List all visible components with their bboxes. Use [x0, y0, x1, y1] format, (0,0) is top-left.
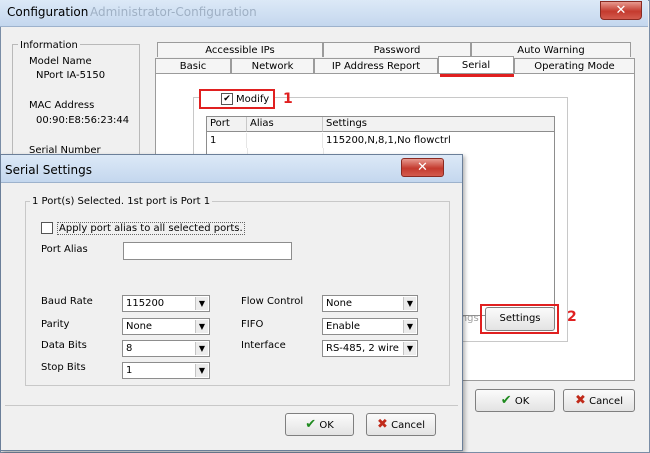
- dialog-close-button[interactable]: ✕: [401, 158, 444, 177]
- serial-tab-highlight: [440, 74, 514, 77]
- dialog-separator: [5, 405, 458, 406]
- main-ok-label: OK: [514, 396, 530, 407]
- settings-button[interactable]: Settings: [485, 307, 555, 331]
- flow-control-value: None: [326, 298, 353, 309]
- interface-label: Interface: [241, 340, 286, 351]
- window-ghost-title: Administrator-Configuration: [90, 5, 257, 19]
- table-header-alias[interactable]: Alias: [247, 117, 323, 132]
- window-close-button[interactable]: ✕: [600, 1, 642, 20]
- modify-checkbox[interactable]: ✔: [221, 93, 233, 105]
- cancel-x-icon: ✖: [377, 417, 388, 432]
- dialog-ok-label: OK: [319, 420, 334, 431]
- tab-ip-address-report[interactable]: IP Address Report: [314, 58, 438, 73]
- chevron-down-icon: ▼: [195, 320, 208, 333]
- model-name-value: NPort IA-5150: [36, 70, 106, 81]
- chevron-down-icon: ▼: [403, 342, 416, 355]
- dialog-titlebar[interactable]: Serial Settings ✕: [1, 155, 462, 183]
- configuration-titlebar[interactable]: Administrator-Configuration Configuratio…: [0, 0, 648, 27]
- row-settings-cell: 115200,N,8,1,No flowctrl: [326, 135, 451, 146]
- stop-bits-select[interactable]: 1 ▼: [122, 362, 210, 379]
- main-ok-button[interactable]: ✔ OK: [475, 389, 555, 412]
- model-name-label: Model Name: [29, 56, 92, 67]
- stop-bits-label: Stop Bits: [41, 362, 86, 373]
- ports-selected-legend: 1 Port(s) Selected. 1st port is Port 1: [30, 196, 213, 207]
- flow-control-label: Flow Control: [241, 296, 304, 307]
- check-icon: ✔: [223, 94, 231, 104]
- fifo-value: Enable: [326, 321, 361, 332]
- check-icon: ✔: [305, 417, 317, 432]
- interface-select[interactable]: RS-485, 2 wire ▼: [322, 340, 418, 357]
- parity-label: Parity: [41, 319, 70, 330]
- fifo-select[interactable]: Enable ▼: [322, 318, 418, 335]
- dialog-title: Serial Settings: [5, 163, 92, 177]
- tab-auto-warning[interactable]: Auto Warning: [471, 42, 631, 57]
- parity-value: None: [126, 321, 153, 332]
- port-alias-label: Port Alias: [41, 244, 88, 255]
- fifo-label: FIFO: [241, 319, 264, 330]
- row-alias-cell: [247, 133, 323, 148]
- annotation-step-2: 2: [567, 309, 577, 325]
- annotation-step-1: 1: [283, 91, 293, 107]
- tab-password[interactable]: Password: [323, 42, 471, 57]
- tab-operating-mode[interactable]: Operating Mode: [514, 58, 635, 73]
- data-bits-value: 8: [126, 343, 133, 354]
- modify-label: Modify: [236, 94, 270, 105]
- main-cancel-button[interactable]: ✖ Cancel: [563, 389, 635, 412]
- chevron-down-icon: ▼: [195, 297, 208, 310]
- row-port-cell: 1: [207, 133, 247, 148]
- table-header-port[interactable]: Port: [207, 117, 247, 132]
- data-bits-label: Data Bits: [41, 340, 87, 351]
- check-icon: ✔: [500, 393, 512, 408]
- interface-value: RS-485, 2 wire: [326, 343, 399, 354]
- stop-bits-value: 1: [126, 365, 133, 376]
- chevron-down-icon: ▼: [403, 297, 416, 310]
- data-bits-select[interactable]: 8 ▼: [122, 340, 210, 357]
- table-header-settings[interactable]: Settings: [323, 117, 554, 132]
- baud-rate-value: 115200: [126, 298, 165, 309]
- chevron-down-icon: ▼: [195, 342, 208, 355]
- port-alias-input[interactable]: [123, 242, 292, 260]
- baud-rate-label: Baud Rate: [41, 296, 93, 307]
- tab-basic[interactable]: Basic: [155, 58, 231, 73]
- mac-address-label: MAC Address: [29, 100, 95, 111]
- mac-address-value: 00:90:E8:56:23:44: [36, 115, 130, 126]
- tab-accessible-ips[interactable]: Accessible IPs: [157, 42, 323, 57]
- apply-alias-checkbox[interactable]: [41, 222, 53, 234]
- apply-alias-label[interactable]: Apply port alias to all selected ports.: [57, 222, 245, 235]
- dialog-cancel-label: Cancel: [391, 420, 425, 431]
- tab-network[interactable]: Network: [231, 58, 314, 73]
- flow-control-select[interactable]: None ▼: [322, 295, 418, 312]
- dialog-cancel-button[interactable]: ✖ Cancel: [366, 413, 436, 436]
- chevron-down-icon: ▼: [195, 364, 208, 377]
- main-cancel-label: Cancel: [589, 396, 623, 407]
- tab-serial[interactable]: Serial: [438, 56, 514, 74]
- parity-select[interactable]: None ▼: [122, 318, 210, 335]
- serial-settings-dialog: Serial Settings ✕ 1 Port(s) Selected. 1s…: [0, 154, 463, 451]
- baud-rate-select[interactable]: 115200 ▼: [122, 295, 210, 312]
- table-row[interactable]: 1 115200,N,8,1,No flowctrl: [207, 133, 554, 148]
- window-title: Configuration: [7, 5, 89, 19]
- cancel-x-icon: ✖: [575, 393, 586, 408]
- chevron-down-icon: ▼: [403, 320, 416, 333]
- information-legend: Information: [18, 40, 80, 51]
- dialog-ok-button[interactable]: ✔ OK: [285, 413, 354, 436]
